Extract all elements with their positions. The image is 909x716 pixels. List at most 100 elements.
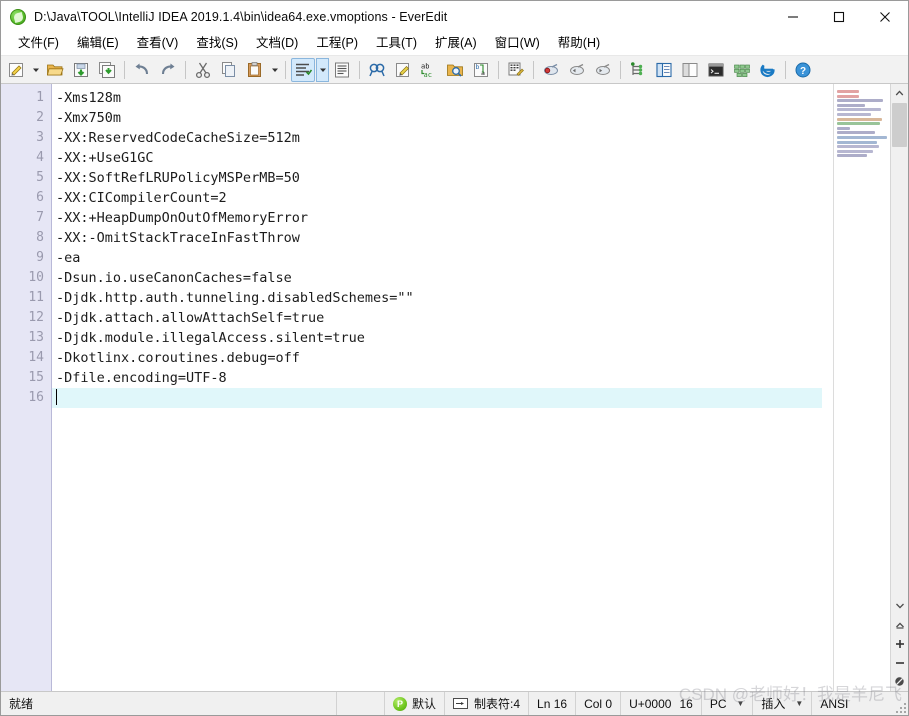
line-number: 5 <box>36 170 44 185</box>
resize-grip[interactable] <box>894 701 906 713</box>
zoom-in-plus-icon[interactable] <box>891 634 908 653</box>
line-number: 10 <box>28 270 44 285</box>
copy-icon[interactable] <box>217 58 241 82</box>
browser-preview-icon[interactable] <box>756 58 780 82</box>
find-replace-abc-icon[interactable]: ab ac <box>417 58 441 82</box>
scroll-up-arrow-icon[interactable] <box>891 84 908 102</box>
line-number: 8 <box>36 230 44 245</box>
minimap-line <box>837 126 850 130</box>
line-number: 1 <box>36 90 44 105</box>
code-line: -Xmx750m <box>56 110 122 126</box>
bookmark-prev-icon[interactable] <box>565 58 589 82</box>
line-number: 6 <box>36 190 44 205</box>
minimap-line <box>837 99 883 103</box>
status-eol-label: PC <box>709 696 727 711</box>
line-number: 2 <box>36 110 44 125</box>
text-caret <box>56 389 57 405</box>
line-number: 13 <box>28 330 44 345</box>
explorer-panel-icon[interactable] <box>652 58 676 82</box>
code-line: -XX:+UseG1GC <box>56 150 154 166</box>
vertical-scrollbar-strip <box>890 84 908 691</box>
line-number: 9 <box>36 250 44 265</box>
maximize-button[interactable] <box>816 1 862 32</box>
menu-document[interactable]: 文档(D) <box>247 34 307 54</box>
status-eol[interactable]: PC ▼ <box>702 692 754 715</box>
code-line: -Dfile.encoding=UTF-8 <box>56 370 227 386</box>
code-text-area[interactable]: -Xms128m -Xmx750m -XX:ReservedCodeCacheS… <box>52 84 833 691</box>
status-insert-mode[interactable]: 插入 ▼ <box>753 692 813 715</box>
find-icon[interactable] <box>365 58 389 82</box>
line-number: 7 <box>36 210 44 225</box>
open-file-icon[interactable] <box>43 58 67 82</box>
help-icon[interactable]: ? <box>791 58 815 82</box>
everedit-app-icon <box>10 8 26 25</box>
undo-icon[interactable] <box>130 58 154 82</box>
snippets-icon[interactable] <box>730 58 754 82</box>
bookmark-next-icon[interactable] <box>591 58 615 82</box>
zoom-reset-icon[interactable] <box>891 672 908 691</box>
save-icon[interactable] <box>69 58 93 82</box>
minimap-line <box>837 90 859 93</box>
replace-icon[interactable] <box>391 58 415 82</box>
project-tree-icon[interactable] <box>626 58 650 82</box>
console-icon[interactable] <box>704 58 728 82</box>
tab-width-icon <box>453 698 469 709</box>
status-charset[interactable]: ANSI <box>812 692 856 715</box>
status-syntax[interactable]: P 默认 <box>385 692 446 715</box>
status-tab-width[interactable]: 制表符:4 <box>445 692 530 715</box>
menu-project[interactable]: 工程(P) <box>307 34 367 54</box>
menu-edit[interactable]: 编辑(E) <box>68 34 128 54</box>
indent-dropdown-icon[interactable] <box>316 57 329 82</box>
split-view-icon[interactable] <box>678 58 702 82</box>
document-minimap[interactable] <box>833 84 890 691</box>
hex-edit-icon[interactable] <box>504 58 528 82</box>
line-number-gutter: 1 2 3 4 5 6 7 8 9 10 11 12 13 14 15 16 <box>1 84 52 691</box>
redo-icon[interactable] <box>156 58 180 82</box>
paste-icon[interactable] <box>243 58 267 82</box>
code-line: -XX:SoftRefLRUPolicyMSPerMB=50 <box>56 170 300 186</box>
menu-file[interactable]: 文件(F) <box>9 34 68 54</box>
line-number: 16 <box>28 390 44 405</box>
chevron-down-icon: ▼ <box>736 699 745 708</box>
indent-lines-icon[interactable] <box>291 57 315 82</box>
replace-in-files-icon[interactable]: b a <box>469 58 493 82</box>
toolbar-separator <box>533 60 534 79</box>
fold-icon[interactable] <box>891 615 908 634</box>
svg-text:ac: ac <box>424 71 432 79</box>
menu-search[interactable]: 查找(S) <box>187 34 247 54</box>
bookmark-toggle-icon[interactable] <box>539 58 563 82</box>
new-file-icon[interactable] <box>4 58 28 82</box>
svg-text:b: b <box>476 63 480 71</box>
scrollbar-thumb[interactable] <box>892 103 907 147</box>
toolbar-separator <box>498 60 499 79</box>
status-unicode: U+0000 16 <box>621 692 702 715</box>
save-all-icon[interactable] <box>95 58 119 82</box>
find-in-files-icon[interactable] <box>443 58 467 82</box>
cut-icon[interactable] <box>191 58 215 82</box>
paste-dropdown-icon[interactable] <box>268 58 281 82</box>
status-insert-mode-label: 插入 <box>761 697 786 711</box>
toolbar-separator <box>359 60 360 79</box>
close-button[interactable] <box>862 1 908 32</box>
editor-area[interactable]: 1 2 3 4 5 6 7 8 9 10 11 12 13 14 15 16 -… <box>1 84 833 691</box>
toolbar-separator <box>124 60 125 79</box>
new-file-dropdown-icon[interactable] <box>29 58 42 82</box>
line-number: 12 <box>28 310 44 325</box>
menu-help[interactable]: 帮助(H) <box>549 34 609 54</box>
menu-view[interactable]: 查看(V) <box>128 34 188 54</box>
minimize-button[interactable] <box>770 1 816 32</box>
minimap-line <box>837 149 873 153</box>
menu-window[interactable]: 窗口(W) <box>486 34 549 54</box>
zoom-out-minus-icon[interactable] <box>891 653 908 672</box>
code-line: -Djdk.attach.allowAttachSelf=true <box>56 310 325 326</box>
word-wrap-icon[interactable] <box>330 58 354 82</box>
menu-tools[interactable]: 工具(T) <box>367 34 426 54</box>
menu-addons[interactable]: 扩展(A) <box>426 34 486 54</box>
status-line: Ln 16 <box>529 692 577 715</box>
scrollbar-track[interactable] <box>891 147 908 596</box>
code-line: -Dsun.io.useCanonCaches=false <box>56 270 292 286</box>
window-title: D:\Java\TOOL\IntelliJ IDEA 2019.1.4\bin\… <box>34 9 448 24</box>
collapse-chevron-icon[interactable] <box>891 596 908 615</box>
toolbar-separator <box>185 60 186 79</box>
svg-text:?: ? <box>800 66 806 77</box>
